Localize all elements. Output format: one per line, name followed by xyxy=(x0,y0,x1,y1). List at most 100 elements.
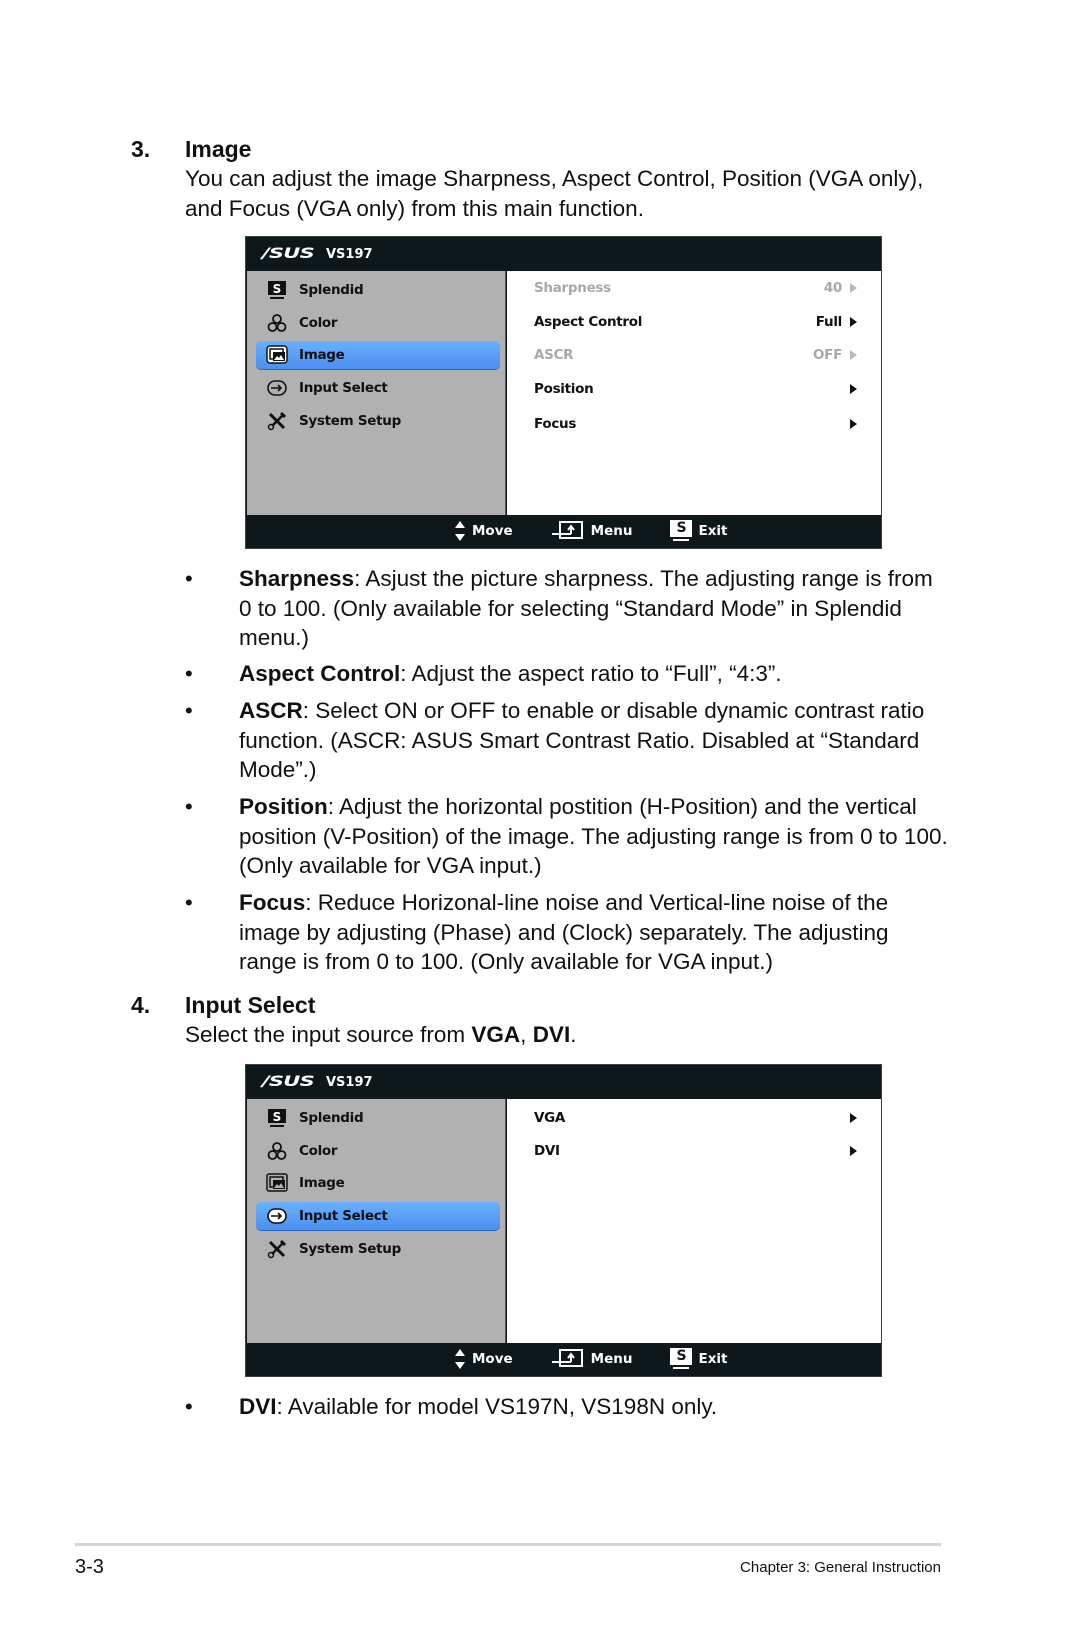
arrow-right-icon xyxy=(850,384,857,394)
desc-end: . xyxy=(570,1022,577,1047)
arrow-right-icon xyxy=(850,350,857,360)
menu-item-color[interactable]: Color xyxy=(256,309,500,337)
bullet-body: : Adjust the aspect ratio to “Full”, “4:… xyxy=(400,661,782,686)
section-3-title: Image xyxy=(185,136,252,162)
osd-model: VS197 xyxy=(326,1074,373,1090)
submenu-item-ascr[interactable]: ASCR OFF xyxy=(534,344,857,366)
bullet-body: : Reduce Horizonal-line noise and Vertic… xyxy=(239,890,889,974)
page-number: 3-3 xyxy=(75,1556,104,1578)
bullet-marker: • xyxy=(185,698,193,723)
menu-item-system-setup[interactable]: System Setup xyxy=(256,1235,500,1263)
submenu-item-vga[interactable]: VGA xyxy=(534,1107,857,1129)
bullet-body: : Available for model VS197N, VS198N onl… xyxy=(276,1394,718,1419)
exit-label: Exit xyxy=(698,523,728,539)
bullet-focus: Focus: Reduce Horizonal-line noise and V… xyxy=(239,888,949,977)
exit-s-key-icon: S xyxy=(670,520,693,542)
asus-logo: /SUS xyxy=(262,246,315,262)
arrow-right-icon xyxy=(850,283,857,293)
submenu-item-focus[interactable]: Focus xyxy=(534,413,857,435)
submenu-item-position[interactable]: Position xyxy=(534,378,857,400)
osd-menu-input-select: /SUS VS197 S Splendid Color Image Input xyxy=(245,1064,882,1377)
menu-item-input-select[interactable]: Input Select xyxy=(256,374,500,402)
section-3-number: 3. xyxy=(131,136,151,162)
bullet-marker: • xyxy=(185,890,193,915)
bullet-term: DVI xyxy=(239,1394,277,1419)
osd-model: VS197 xyxy=(326,246,373,262)
menu-label: Splendid xyxy=(299,1110,364,1126)
arrow-right-icon xyxy=(850,419,857,429)
bullet-term: Position xyxy=(239,794,328,819)
submenu-label: VGA xyxy=(534,1110,566,1126)
section-4-description: Select the input source from VGA, DVI. xyxy=(185,1020,945,1050)
footer-divider xyxy=(75,1543,941,1546)
exit-button[interactable]: S Exit xyxy=(670,520,728,542)
submenu-value: 40 xyxy=(823,280,842,296)
bullet-sharpness: Sharpness: Asjust the picture sharpness.… xyxy=(239,564,949,653)
desc-dvi: DVI xyxy=(532,1022,571,1047)
svg-text:S: S xyxy=(273,282,282,296)
exit-key-letter: S xyxy=(670,520,693,537)
tools-icon xyxy=(266,1239,288,1259)
menu-item-image[interactable]: Image xyxy=(256,1169,500,1197)
submenu-label: Sharpness xyxy=(534,280,611,296)
submenu-item-dvi[interactable]: DVI xyxy=(534,1140,857,1162)
up-down-arrow-icon xyxy=(455,521,465,541)
menu-label: System Setup xyxy=(299,413,401,429)
exit-key-letter: S xyxy=(670,1348,693,1365)
submenu-label: Focus xyxy=(534,416,577,432)
osd-main-menu: S Splendid Color Image Input Select Syst… xyxy=(247,1099,506,1343)
menu-item-color[interactable]: Color xyxy=(256,1137,500,1165)
osd-main-menu: S Splendid Color Image Input Select Syst… xyxy=(247,271,506,515)
up-down-arrow-icon xyxy=(455,1349,465,1369)
move-label: Move xyxy=(472,1351,513,1367)
menu-item-system-setup[interactable]: System Setup xyxy=(256,407,500,435)
arrow-right-icon xyxy=(850,317,857,327)
bullet-marker: • xyxy=(185,1394,193,1419)
menu-label: Input Select xyxy=(299,1208,388,1224)
splendid-s-icon: S xyxy=(266,1108,288,1128)
bullet-dvi: DVI: Available for model VS197N, VS198N … xyxy=(239,1392,949,1422)
splendid-s-icon: S xyxy=(266,280,288,300)
exit-label: Exit xyxy=(698,1351,728,1367)
submenu-item-sharpness[interactable]: Sharpness 40 xyxy=(534,277,857,299)
arrow-right-icon xyxy=(850,1113,857,1123)
bullet-marker: • xyxy=(185,661,193,686)
menu-button[interactable]: Menu xyxy=(551,520,632,542)
svg-text:S: S xyxy=(273,1110,282,1124)
bullet-term: Aspect Control xyxy=(239,661,401,686)
menu-label: Image xyxy=(299,1175,345,1191)
menu-item-splendid[interactable]: S Splendid xyxy=(256,276,500,304)
desc-vga: VGA xyxy=(471,1022,521,1047)
move-button[interactable]: Move xyxy=(454,1348,513,1370)
menu-item-splendid[interactable]: S Splendid xyxy=(256,1104,500,1132)
menu-label: Image xyxy=(299,347,345,363)
menu-button[interactable]: Menu xyxy=(551,1348,632,1370)
menu-item-image[interactable]: Image xyxy=(256,341,500,369)
osd-menu-image: /SUS VS197 S Splendid Color Image Input xyxy=(245,236,882,549)
exit-button[interactable]: S Exit xyxy=(670,1348,728,1370)
menu-item-input-select[interactable]: Input Select xyxy=(256,1202,500,1230)
osd-header: /SUS VS197 xyxy=(246,1065,881,1099)
bullet-term: Sharpness xyxy=(239,566,355,591)
image-icon xyxy=(266,1173,288,1193)
move-button[interactable]: Move xyxy=(454,520,513,542)
menu-enter-icon xyxy=(551,1349,583,1367)
menu-label: Input Select xyxy=(299,380,388,396)
bullet-marker: • xyxy=(185,566,193,591)
osd-footer: Move Menu S Exit xyxy=(246,1342,881,1376)
bullet-ascr: ASCR: Select ON or OFF to enable or disa… xyxy=(239,696,949,785)
move-label: Move xyxy=(472,523,513,539)
bullet-body: : Select ON or OFF to enable or disable … xyxy=(239,698,925,782)
bullet-aspect-control: Aspect Control: Adjust the aspect ratio … xyxy=(239,659,949,689)
tools-icon xyxy=(266,411,288,431)
desc-sep: , xyxy=(520,1022,533,1047)
desc-text: Select the input source from xyxy=(185,1022,472,1047)
menu-label: Splendid xyxy=(299,282,364,298)
osd-header: /SUS VS197 xyxy=(246,237,881,271)
submenu-label: DVI xyxy=(534,1143,560,1159)
submenu-item-aspect-control[interactable]: Aspect Control Full xyxy=(534,311,857,333)
submenu-value: OFF xyxy=(812,347,842,363)
color-rgb-icon xyxy=(266,313,288,333)
asus-logo: /SUS xyxy=(262,1074,315,1090)
bullet-position: Position: Adjust the horizontal postitio… xyxy=(239,792,949,881)
